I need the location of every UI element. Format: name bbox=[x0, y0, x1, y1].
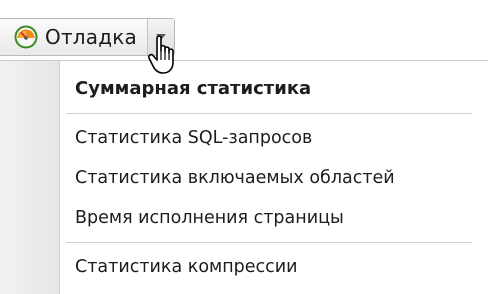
debug-dropdown-toggle[interactable] bbox=[147, 19, 174, 55]
gauge-icon bbox=[13, 24, 39, 50]
menu-item-sql-stats[interactable]: Статистика SQL-запросов bbox=[66, 118, 480, 158]
menu-item-compression-stats[interactable]: Статистика компрессии bbox=[66, 247, 480, 287]
chevron-down-icon bbox=[156, 34, 167, 40]
debug-menu-screen: Отладка Суммарная статистика Статистика … bbox=[0, 0, 488, 294]
menu-separator bbox=[66, 113, 472, 114]
debug-split-button[interactable]: Отладка bbox=[0, 18, 175, 56]
debug-dropdown-menu: Суммарная статистика Статистика SQL-запр… bbox=[0, 60, 488, 294]
menu-item-include-areas-stats[interactable]: Статистика включаемых областей bbox=[66, 158, 480, 198]
menu-item-page-exec-time[interactable]: Время исполнения страницы bbox=[66, 198, 480, 238]
debug-button[interactable]: Отладка bbox=[0, 19, 147, 55]
debug-button-label: Отладка bbox=[45, 25, 137, 49]
menu-icon-gutter bbox=[0, 61, 60, 294]
menu-separator bbox=[66, 242, 472, 243]
menu-item-list: Суммарная статистика Статистика SQL-запр… bbox=[66, 61, 480, 287]
menu-item-summary-stats[interactable]: Суммарная статистика bbox=[66, 69, 480, 109]
